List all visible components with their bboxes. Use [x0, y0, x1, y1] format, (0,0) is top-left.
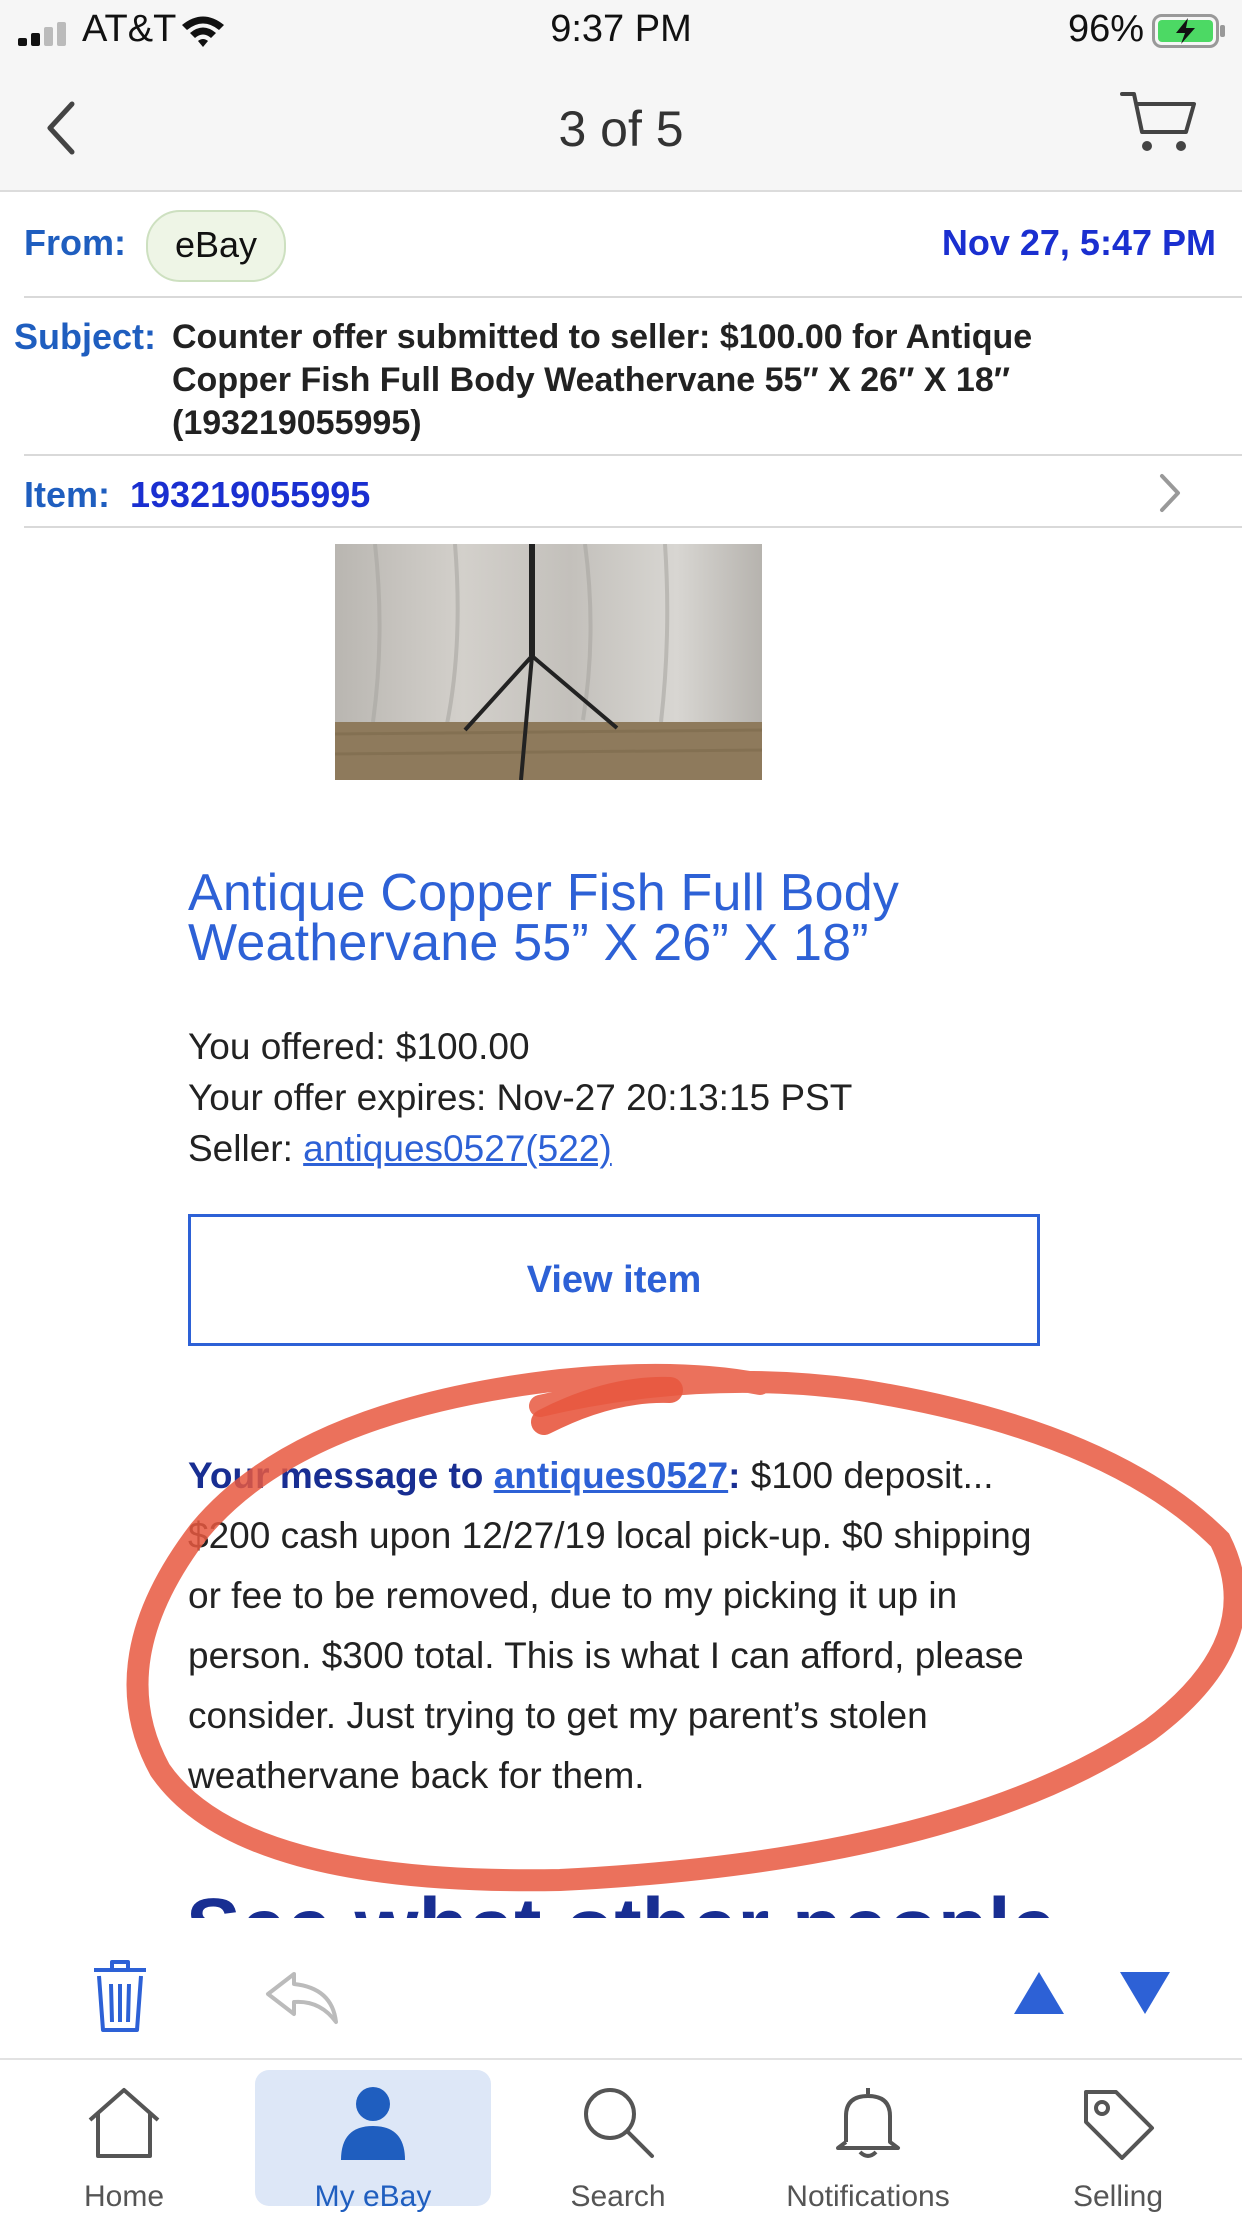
battery-icon	[1152, 14, 1225, 48]
reply-icon[interactable]	[262, 1970, 342, 2026]
home-icon	[88, 2088, 160, 2158]
seller-line: Seller: antiques0527(522)	[188, 1128, 612, 1170]
seller-link[interactable]: antiques0527(522)	[303, 1128, 612, 1169]
tab-selling[interactable]: Selling	[1000, 2070, 1236, 2213]
tab-bar: Home My eBay Search Notifications Sellin…	[0, 2058, 1242, 2213]
tab-home[interactable]: Home	[6, 2070, 242, 2213]
status-bar: AT&T 9:37 PM 96%	[0, 0, 1242, 58]
product-image[interactable]	[335, 544, 762, 780]
message-colon: :	[728, 1455, 741, 1496]
tab-label: Selling	[1072, 2180, 1164, 2213]
next-message-arrow-icon[interactable]	[1118, 1970, 1172, 2016]
offer-expiry: Your offer expires: Nov-27 20:13:15 PST	[188, 1077, 853, 1118]
divider	[24, 296, 1242, 298]
tab-label: Home	[83, 2180, 165, 2213]
item-number-link[interactable]: 193219055995	[130, 474, 370, 516]
trash-icon[interactable]	[90, 1958, 150, 2034]
tab-my-ebay[interactable]: My eBay	[255, 2070, 491, 2213]
divider	[24, 526, 1242, 528]
message-prefix: Your message to	[188, 1455, 494, 1496]
seller-label: Seller:	[188, 1128, 304, 1169]
subject-text: Counter offer submitted to seller: $100.…	[172, 318, 1033, 442]
message-body: $100 deposit... $200 cash upon 12/27/19 …	[188, 1455, 1032, 1796]
item-label: Item:	[24, 474, 111, 515]
tab-label: Search	[570, 2180, 666, 2213]
tab-notifications[interactable]: Notifications	[750, 2070, 986, 2213]
search-icon	[584, 2088, 654, 2158]
tab-search[interactable]: Search	[500, 2070, 736, 2213]
from-label: From:	[24, 222, 126, 263]
from-chip[interactable]: eBay	[146, 210, 286, 282]
tab-label: My eBay	[314, 2180, 432, 2213]
view-item-button[interactable]: View item	[188, 1214, 1040, 1346]
battery-percent: 96%	[1067, 8, 1144, 50]
page-title: 3 of 5	[558, 101, 684, 157]
buyer-message: Your message to antiques0527: $100 depos…	[188, 1446, 1068, 1806]
bell-icon	[836, 2088, 900, 2158]
cart-icon[interactable]	[1120, 90, 1198, 156]
divider	[24, 454, 1242, 456]
tag-icon	[1084, 2090, 1154, 2160]
chevron-right-icon[interactable]	[1156, 472, 1184, 514]
subject-label: Subject:	[14, 316, 157, 357]
see-what-heading: See what other people	[186, 1880, 1056, 1918]
previous-message-arrow-icon[interactable]	[1012, 1970, 1066, 2016]
item-title-link[interactable]: Antique Copper Fish Full Body Weathervan…	[188, 867, 1088, 969]
tab-label: Notifications	[786, 2180, 950, 2213]
see-what-text: See what other people	[186, 1880, 1056, 1918]
offer-amount: You offered: $100.00	[188, 1026, 530, 1067]
action-toolbar	[0, 1918, 1242, 2058]
email-date: Nov 27, 5:47 PM	[941, 222, 1216, 263]
person-icon	[341, 2087, 405, 2160]
message-recipient-link[interactable]: antiques0527	[494, 1455, 728, 1496]
clock: 9:37 PM	[550, 8, 692, 50]
